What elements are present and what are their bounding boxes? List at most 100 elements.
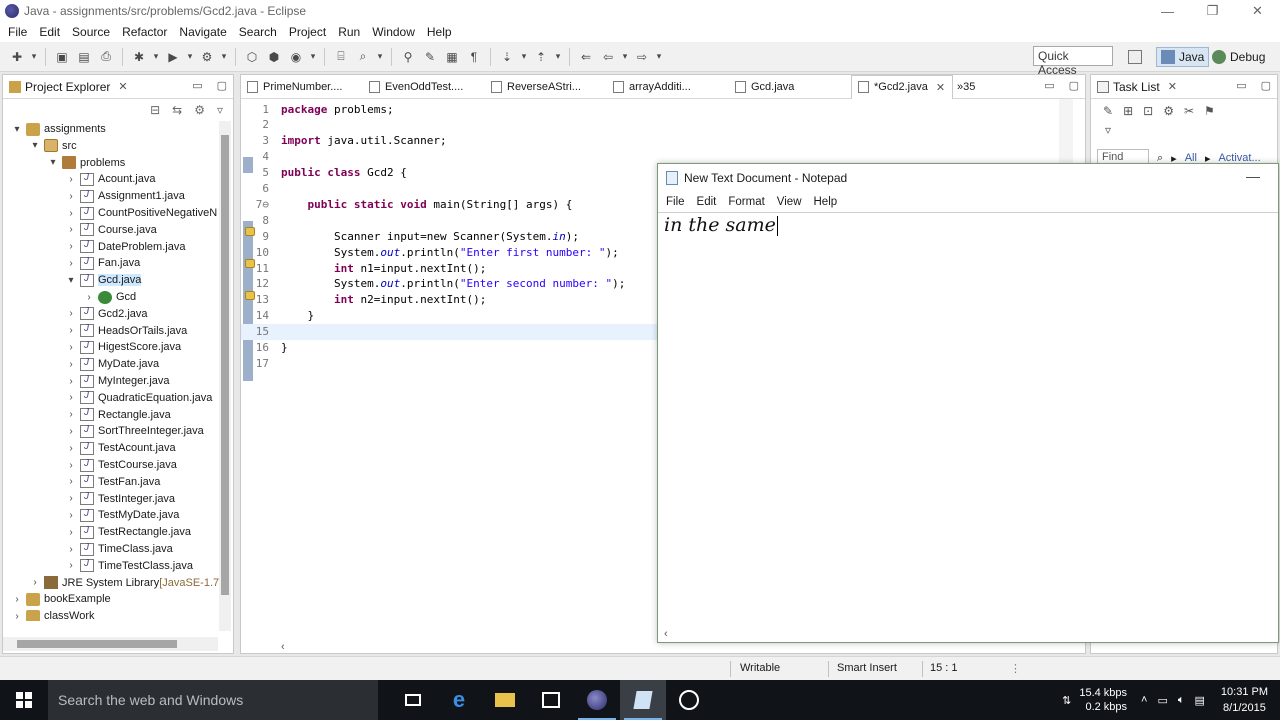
run-icon[interactable]: ▶ xyxy=(164,48,182,66)
chevron-right-icon[interactable]: › xyxy=(65,325,77,336)
chevron-up-icon[interactable]: ˄ xyxy=(1141,694,1147,706)
tree-item[interactable]: ▾ Gcd.java xyxy=(65,272,142,288)
network-icon[interactable]: ▭ xyxy=(1157,694,1167,707)
tree-item[interactable]: › HigestScore.java xyxy=(65,339,181,355)
tree-item[interactable]: › DateProblem.java xyxy=(65,239,185,255)
minimize-icon[interactable]: ▭ xyxy=(192,79,202,92)
notepad-title-bar[interactable]: New Text Document - Notepad — xyxy=(658,164,1278,192)
tree-item[interactable]: › MyInteger.java xyxy=(65,373,170,389)
notepad-minimize-button[interactable]: — xyxy=(1246,168,1260,184)
debug-icon[interactable]: ✱ xyxy=(130,48,148,66)
editor-tab[interactable]: EvenOddTest.... xyxy=(363,75,485,99)
editor-tab[interactable]: arrayAdditi... xyxy=(607,75,729,99)
menu-file[interactable]: File xyxy=(2,25,33,39)
tree-item[interactable]: › JRE System Library [JavaSE-1.7] xyxy=(29,575,222,591)
next-annotation-icon[interactable]: ⇣ xyxy=(498,48,516,66)
tree-item[interactable]: › HeadsOrTails.java xyxy=(65,323,187,339)
dropdown-icon[interactable]: ▾ xyxy=(152,48,160,66)
chevron-right-icon[interactable]: › xyxy=(65,476,77,487)
tree-item[interactable]: › TimeTestClass.java xyxy=(65,558,193,574)
mark-occurrences-icon[interactable]: ✎ xyxy=(421,48,439,66)
tree-item[interactable]: › TestAcount.java xyxy=(65,440,176,456)
store-button[interactable] xyxy=(528,680,574,720)
close-icon[interactable]: ✕ xyxy=(118,80,127,93)
chevron-right-icon[interactable]: › xyxy=(65,342,77,353)
dropdown-icon[interactable]: ▾ xyxy=(376,48,384,66)
tree-item[interactable]: › Rectangle.java xyxy=(65,407,171,423)
tree-item[interactable]: › SortThreeInteger.java xyxy=(65,423,204,439)
print-icon[interactable]: ⎙ xyxy=(97,48,115,66)
eclipse-taskbar-button[interactable] xyxy=(574,680,620,720)
chevron-down-icon[interactable]: ▾ xyxy=(65,275,77,286)
open-type-icon[interactable]: ⌸ xyxy=(332,48,350,66)
external-tools-icon[interactable]: ⚙ xyxy=(198,48,216,66)
recorder-button[interactable] xyxy=(666,680,712,720)
tree-item[interactable]: › Fan.java xyxy=(65,255,140,271)
chevron-right-icon[interactable]: › xyxy=(65,308,77,319)
notifications-icon[interactable]: ▤ xyxy=(1195,694,1205,707)
chevron-right-icon[interactable]: › xyxy=(65,258,77,269)
chevron-right-icon[interactable]: › xyxy=(65,191,77,202)
tree-item[interactable]: › MyDate.java xyxy=(65,356,159,372)
chevron-right-icon[interactable]: › xyxy=(11,594,23,605)
file-explorer-button[interactable] xyxy=(482,680,528,720)
dropdown-icon[interactable]: ▾ xyxy=(309,48,317,66)
chevron-right-icon[interactable]: › xyxy=(65,174,77,185)
chevron-down-icon[interactable]: ▾ xyxy=(47,157,59,168)
menu-window[interactable]: Window xyxy=(366,25,421,39)
tree-item[interactable]: › Gcd2.java xyxy=(65,306,148,322)
tree-item[interactable]: › classWork xyxy=(11,608,95,621)
task-list-tab[interactable]: Task List ✕ ▭ ▢ xyxy=(1091,75,1277,99)
tree-item[interactable]: › Assignment1.java xyxy=(65,188,185,204)
notepad-menu-view[interactable]: View xyxy=(771,196,808,208)
menu-source[interactable]: Source xyxy=(66,25,116,39)
explorer-horizontal-scrollbar[interactable] xyxy=(3,637,218,651)
notepad-menu-edit[interactable]: Edit xyxy=(691,196,723,208)
dropdown-icon[interactable]: ▾ xyxy=(30,48,38,66)
project-explorer-tab[interactable]: Project Explorer ✕ ▭ ▢ xyxy=(3,75,233,99)
task-view-button[interactable] xyxy=(390,680,436,720)
chevron-right-icon[interactable]: › xyxy=(29,577,41,588)
restore-button[interactable]: ❐ xyxy=(1190,0,1235,22)
tab-overflow-button[interactable]: »35 xyxy=(953,81,979,93)
perspective-java[interactable]: Java xyxy=(1156,47,1210,67)
chevron-right-icon[interactable]: › xyxy=(65,376,77,387)
filter-icon[interactable]: ⚙ xyxy=(194,103,205,117)
chevron-right-icon[interactable]: › xyxy=(11,611,23,621)
hide-completed-icon[interactable]: ✂ xyxy=(1184,104,1194,118)
search-icon[interactable]: ⌕ xyxy=(354,48,372,66)
minimize-icon[interactable]: ▭ xyxy=(1236,79,1246,92)
dropdown-icon[interactable]: ▾ xyxy=(220,48,228,66)
tree-item[interactable]: ▾ problems xyxy=(47,155,125,171)
open-perspective-button[interactable] xyxy=(1128,47,1146,67)
dropdown-icon[interactable]: ▾ xyxy=(621,48,629,66)
chevron-right-icon[interactable]: › xyxy=(65,443,77,454)
editor-tab[interactable]: Gcd.java xyxy=(729,75,851,99)
editor-tab[interactable]: PrimeNumber.... xyxy=(241,75,363,99)
view-menu-icon[interactable]: ▿ xyxy=(217,103,223,117)
chevron-right-icon[interactable]: › xyxy=(65,460,77,471)
last-edit-icon[interactable]: ⇐ xyxy=(577,48,595,66)
close-button[interactable]: ✕ xyxy=(1235,0,1280,22)
chevron-right-icon[interactable]: › xyxy=(65,510,77,521)
start-button[interactable] xyxy=(0,680,48,720)
save-icon[interactable]: ▣ xyxy=(53,48,71,66)
chevron-right-icon[interactable]: › xyxy=(65,527,77,538)
tree-item[interactable]: › TestRectangle.java xyxy=(65,524,191,540)
new-package-icon[interactable]: ⬢ xyxy=(265,48,283,66)
sync-icon[interactable]: ⚑ xyxy=(1204,104,1215,118)
chevron-right-icon[interactable]: › xyxy=(65,224,77,235)
edge-button[interactable]: e xyxy=(436,680,482,720)
notepad-menu-format[interactable]: Format xyxy=(722,196,770,208)
tree-item[interactable]: ▾ assignments xyxy=(11,121,106,137)
tree-item[interactable]: › bookExample xyxy=(11,591,111,607)
notepad-menu-file[interactable]: File xyxy=(660,196,691,208)
explorer-vertical-scrollbar[interactable] xyxy=(219,121,231,631)
new-icon[interactable]: ✚ xyxy=(8,48,26,66)
menu-project[interactable]: Project xyxy=(283,25,332,39)
minimize-icon[interactable]: ▭ xyxy=(1044,79,1054,92)
scheduled-icon[interactable]: ⊡ xyxy=(1143,104,1153,118)
block-selection-icon[interactable]: ▦ xyxy=(443,48,461,66)
new-task-icon[interactable]: ✎ xyxy=(1103,104,1113,118)
dropdown-icon[interactable]: ▾ xyxy=(520,48,528,66)
